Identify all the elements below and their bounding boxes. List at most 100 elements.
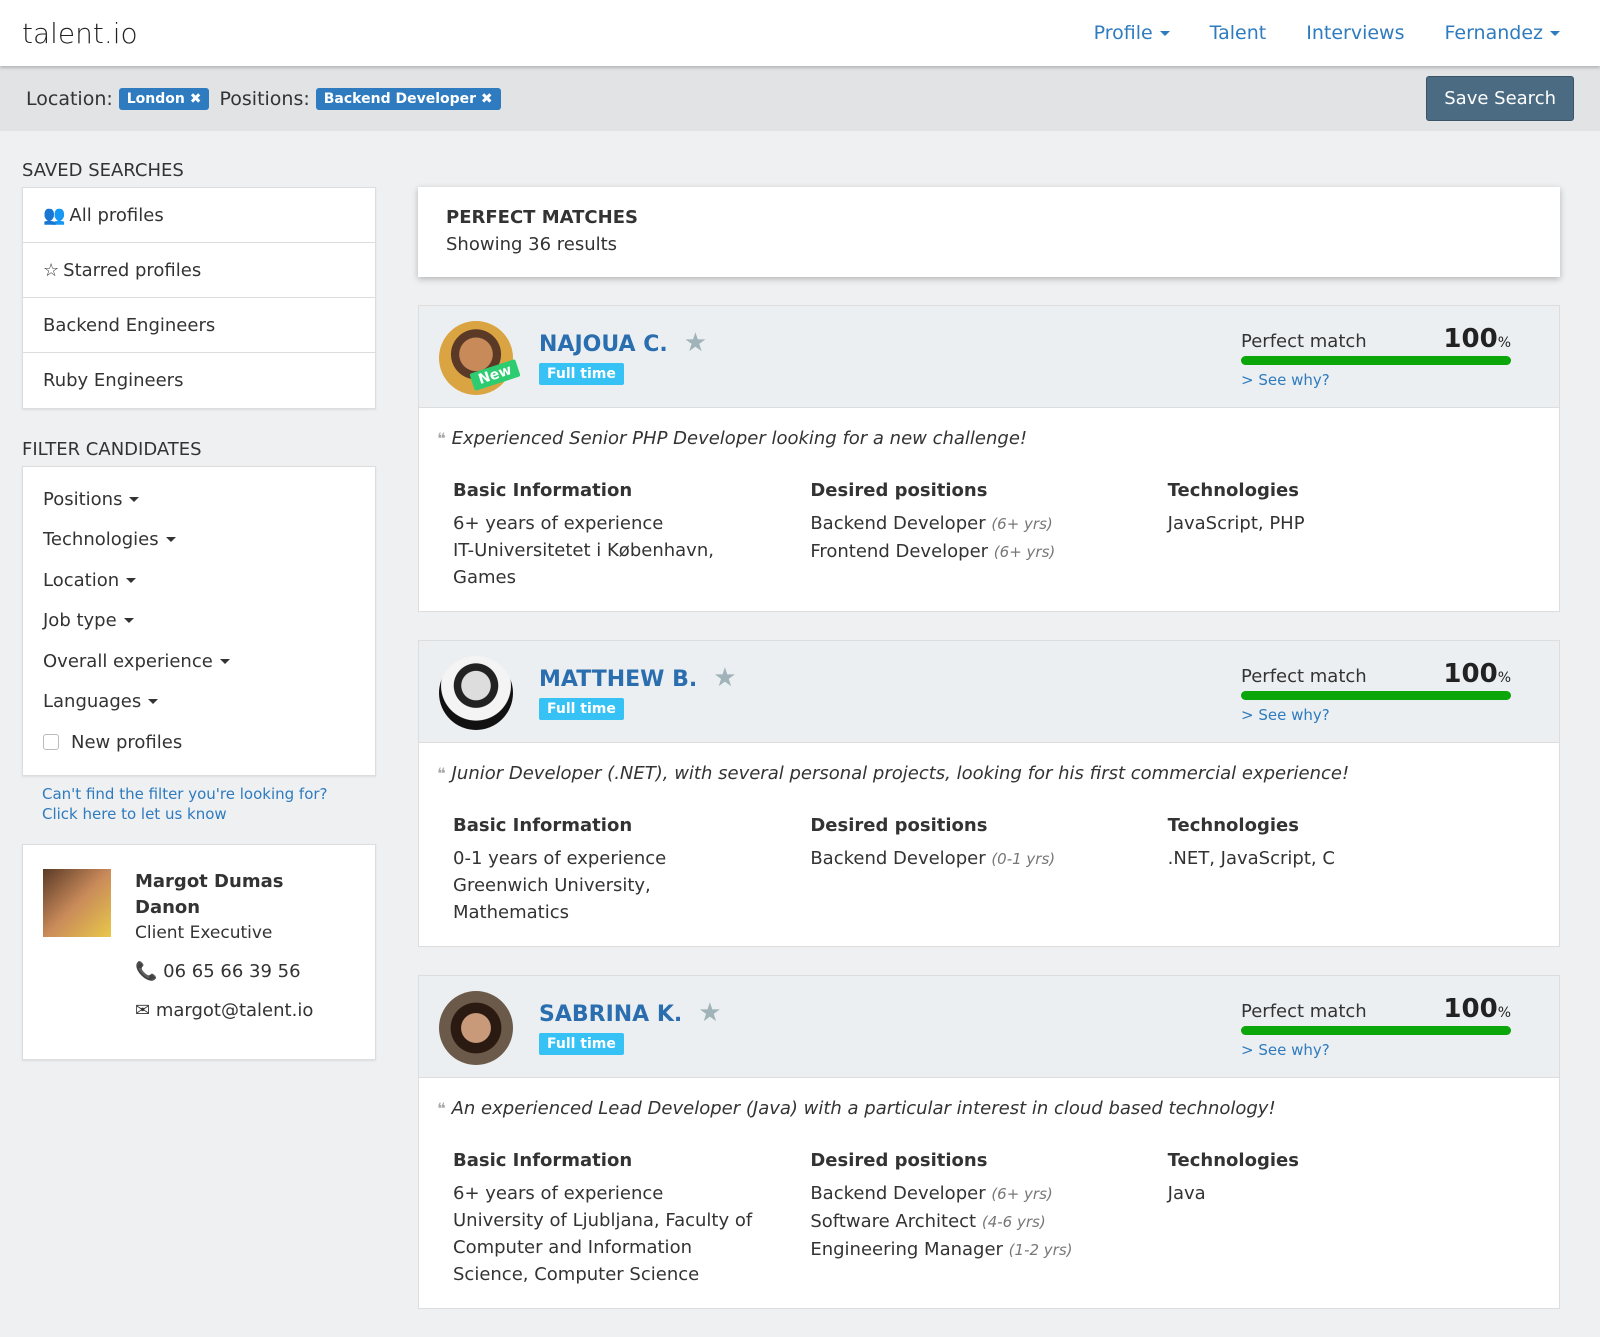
new-profiles-checkbox[interactable]: New profiles bbox=[23, 722, 375, 763]
nav-user-menu[interactable]: Fernandez bbox=[1444, 22, 1560, 44]
filter-technologies[interactable]: Technologies bbox=[23, 520, 375, 561]
filter-list: Positions Technologies Location Job type… bbox=[22, 466, 376, 776]
candidate-card[interactable]: New NAJOUA C. ★ Full time Perfect match 10… bbox=[418, 305, 1560, 612]
position-title: Backend Developer bbox=[810, 848, 992, 869]
item-label: All profiles bbox=[69, 204, 164, 226]
desired-positions: Desired positions Backend Developer (6+ y… bbox=[810, 1147, 1167, 1288]
saved-searches-heading: SAVED SEARCHES bbox=[22, 160, 184, 181]
star-icon[interactable]: ★ bbox=[713, 663, 736, 693]
filter-label: Positions bbox=[43, 488, 123, 510]
section-heading: Technologies bbox=[1167, 815, 1299, 836]
candidate-name-row: SABRINA K. ★ bbox=[539, 998, 722, 1028]
position-title: Engineering Manager bbox=[810, 1239, 1009, 1260]
filter-job-type[interactable]: Job type bbox=[23, 601, 375, 642]
contact-phone[interactable]: 📞 06 65 66 39 56 bbox=[135, 961, 313, 982]
candidate-header: MATTHEW B. ★ Full time Perfect match 100% … bbox=[419, 641, 1559, 743]
candidate-header: New NAJOUA C. ★ Full time Perfect match 10… bbox=[419, 306, 1559, 408]
position-experience: (6+ yrs) bbox=[991, 1185, 1053, 1203]
candidate-name-row: NAJOUA C. ★ bbox=[539, 328, 707, 358]
see-why-link[interactable]: > See why? bbox=[1241, 371, 1511, 389]
positions-tag[interactable]: Backend Developer ✖ bbox=[315, 87, 501, 110]
section-heading: Technologies bbox=[1167, 1150, 1299, 1171]
candidate-card[interactable]: MATTHEW B. ★ Full time Perfect match 100% … bbox=[418, 640, 1560, 947]
filter-label: Technologies bbox=[43, 529, 159, 551]
filter-label: Location bbox=[43, 569, 120, 591]
job-type-badge: Full time bbox=[539, 363, 624, 385]
contact-photo bbox=[43, 868, 111, 937]
candidate-card[interactable]: SABRINA K. ★ Full time Perfect match 100% … bbox=[418, 975, 1560, 1309]
caret-down-icon bbox=[165, 537, 176, 543]
filter-languages[interactable]: Languages bbox=[23, 682, 375, 723]
desired-positions: Desired positions Backend Developer (0-1 … bbox=[810, 812, 1167, 926]
star-icon[interactable]: ★ bbox=[684, 328, 707, 358]
location-tag[interactable]: London ✖ bbox=[118, 87, 210, 110]
candidate-name[interactable]: SABRINA K. bbox=[539, 1002, 682, 1027]
contact-name: Margot Dumas Danon bbox=[135, 870, 284, 918]
candidate-quote: ❝ Junior Developer (.NET), with several p… bbox=[437, 763, 1525, 784]
saved-all-profiles[interactable]: 👥 All profiles bbox=[23, 188, 375, 243]
match-score: Perfect match 100% > See why? bbox=[1241, 659, 1511, 724]
contact-email[interactable]: ✉ margot@talent.io bbox=[135, 1000, 313, 1021]
match-progress-bar bbox=[1241, 1026, 1511, 1035]
desired-position: Backend Developer (6+ yrs) bbox=[810, 1180, 1167, 1208]
position-experience: (4-6 yrs) bbox=[981, 1213, 1046, 1231]
filter-location[interactable]: Location bbox=[23, 560, 375, 601]
percent-sign: % bbox=[1497, 670, 1511, 686]
caret-down-icon bbox=[1159, 31, 1170, 36]
sidebar: SAVED SEARCHES 👥 All profiles ☆ Starred pr… bbox=[22, 160, 376, 1060]
top-navbar: talent.io Profile Talent Interviews Fern… bbox=[0, 0, 1600, 66]
quote-icon: ❝ bbox=[437, 429, 446, 448]
candidate-body: ❝ Junior Developer (.NET), with several p… bbox=[419, 743, 1559, 946]
basic-info-line: 6+ years of experience bbox=[453, 513, 664, 534]
position-experience: (6+ yrs) bbox=[991, 515, 1053, 533]
candidate-name[interactable]: MATTHEW B. bbox=[539, 667, 697, 692]
candidate-quote: ❝ An experienced Lead Developer (Java) wi… bbox=[437, 1098, 1525, 1119]
quote-text: An experienced Lead Developer (Java) wit… bbox=[451, 1098, 1276, 1119]
saved-ruby-engineers[interactable]: Ruby Engineers bbox=[23, 353, 375, 408]
quote-text: Experienced Senior PHP Developer looking… bbox=[451, 428, 1028, 449]
email-address: margot@talent.io bbox=[155, 999, 314, 1021]
match-percent: 100% bbox=[1443, 659, 1511, 689]
nav-label: Profile bbox=[1093, 22, 1153, 44]
desired-position: Backend Developer (6+ yrs) bbox=[810, 510, 1167, 538]
caret-down-icon bbox=[148, 699, 159, 705]
filter-overall-experience[interactable]: Overall experience bbox=[23, 641, 375, 682]
quote-text: Junior Developer (.NET), with several pe… bbox=[451, 763, 1350, 784]
nav-profile[interactable]: Profile bbox=[1094, 22, 1170, 44]
see-why-link[interactable]: > See why? bbox=[1241, 1041, 1511, 1059]
star-icon[interactable]: ★ bbox=[698, 998, 721, 1028]
brand-logo[interactable]: talent.io bbox=[22, 17, 138, 50]
location-label: Location: bbox=[26, 87, 113, 110]
account-manager-card: Margot Dumas Danon Client Executive 📞 06… bbox=[22, 843, 376, 1060]
checkbox[interactable] bbox=[43, 734, 59, 751]
filter-positions[interactable]: Positions bbox=[23, 479, 375, 520]
filter-label: Languages bbox=[43, 691, 142, 713]
caret-down-icon bbox=[219, 658, 230, 664]
percent-sign: % bbox=[1497, 1005, 1511, 1021]
candidate-name[interactable]: NAJOUA C. bbox=[539, 332, 668, 357]
candidate-header: SABRINA K. ★ Full time Perfect match 100% … bbox=[419, 976, 1559, 1078]
match-progress-fill bbox=[1241, 356, 1511, 365]
job-type-badge: Full time bbox=[539, 698, 624, 720]
saved-searches-list: 👥 All profiles ☆ Starred profiles Backend … bbox=[22, 187, 376, 409]
filter-feedback-link[interactable]: Can't find the filter you're looking for… bbox=[42, 784, 376, 824]
nav-interviews[interactable]: Interviews bbox=[1306, 22, 1404, 44]
section-heading: Basic Information bbox=[453, 815, 633, 836]
position-experience: (0-1 yrs) bbox=[991, 850, 1056, 868]
phone-number: 06 65 66 39 56 bbox=[163, 960, 301, 982]
percent-sign: % bbox=[1497, 335, 1511, 351]
section-heading: Technologies bbox=[1167, 480, 1299, 501]
caret-down-icon bbox=[1550, 31, 1560, 36]
save-search-button[interactable]: Save Search bbox=[1426, 76, 1574, 121]
see-why-link[interactable]: > See why? bbox=[1241, 706, 1511, 724]
desired-position: Backend Developer (0-1 yrs) bbox=[810, 845, 1167, 873]
match-progress-bar bbox=[1241, 356, 1511, 365]
saved-backend-engineers[interactable]: Backend Engineers bbox=[23, 298, 375, 353]
nav-talent[interactable]: Talent bbox=[1210, 22, 1267, 44]
help-line: Can't find the filter you're looking for… bbox=[42, 784, 328, 803]
tech-list: JavaScript, PHP bbox=[1167, 513, 1305, 534]
technologies: Technologies JavaScript, PHP bbox=[1168, 477, 1525, 591]
filter-label: Job type bbox=[43, 610, 117, 632]
caret-down-icon bbox=[123, 618, 134, 624]
saved-starred-profiles[interactable]: ☆ Starred profiles bbox=[23, 243, 375, 298]
